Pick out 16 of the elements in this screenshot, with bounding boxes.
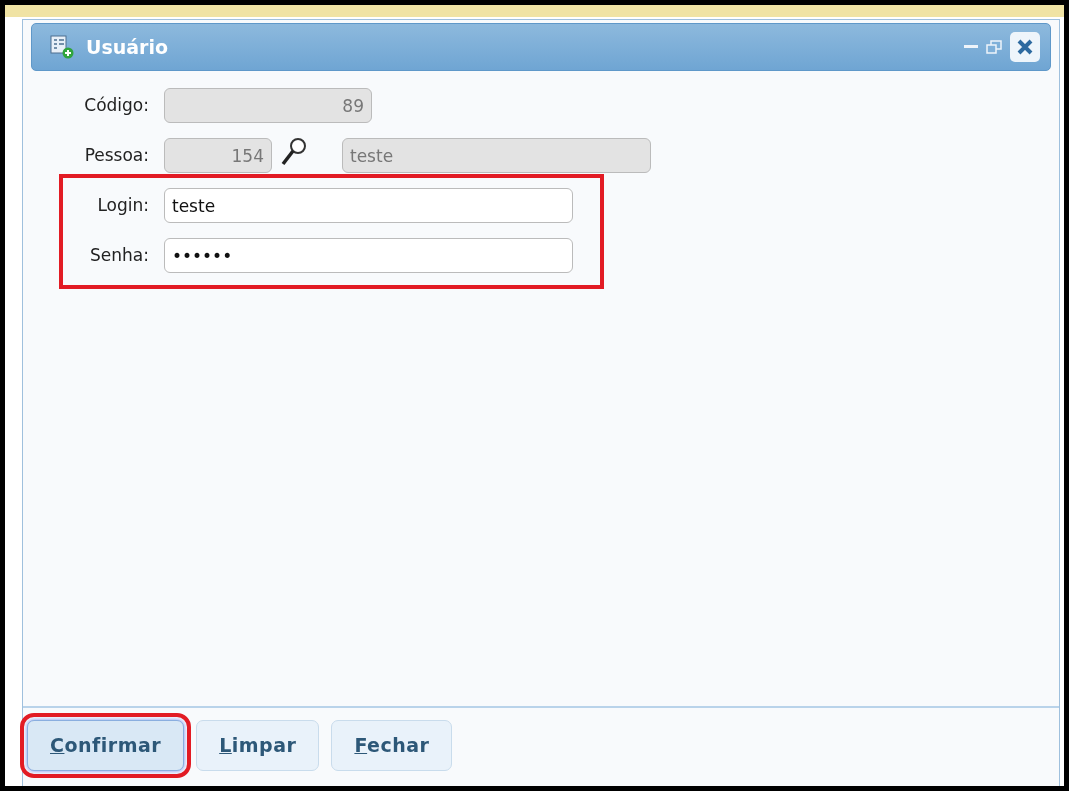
field-label: Login: xyxy=(96,193,149,217)
input-field[interactable]: •••••• xyxy=(164,238,573,273)
field-label: Senha: xyxy=(89,243,149,267)
window-title: Usuário xyxy=(86,34,169,60)
close-icon xyxy=(1016,38,1034,56)
search-icon[interactable] xyxy=(280,136,308,167)
action-button[interactable]: Fechar xyxy=(331,720,453,771)
input-field[interactable]: teste xyxy=(164,188,573,223)
action-button[interactable]: Limpar xyxy=(196,720,320,771)
input-field[interactable]: 89 xyxy=(164,88,372,123)
input-field[interactable]: teste xyxy=(342,138,651,173)
field-label: Código: xyxy=(83,93,149,117)
field-label: Pessoa: xyxy=(83,143,149,167)
close-button[interactable] xyxy=(1010,32,1040,62)
form-add-icon xyxy=(50,35,74,59)
input-field[interactable]: 154 xyxy=(164,138,272,173)
